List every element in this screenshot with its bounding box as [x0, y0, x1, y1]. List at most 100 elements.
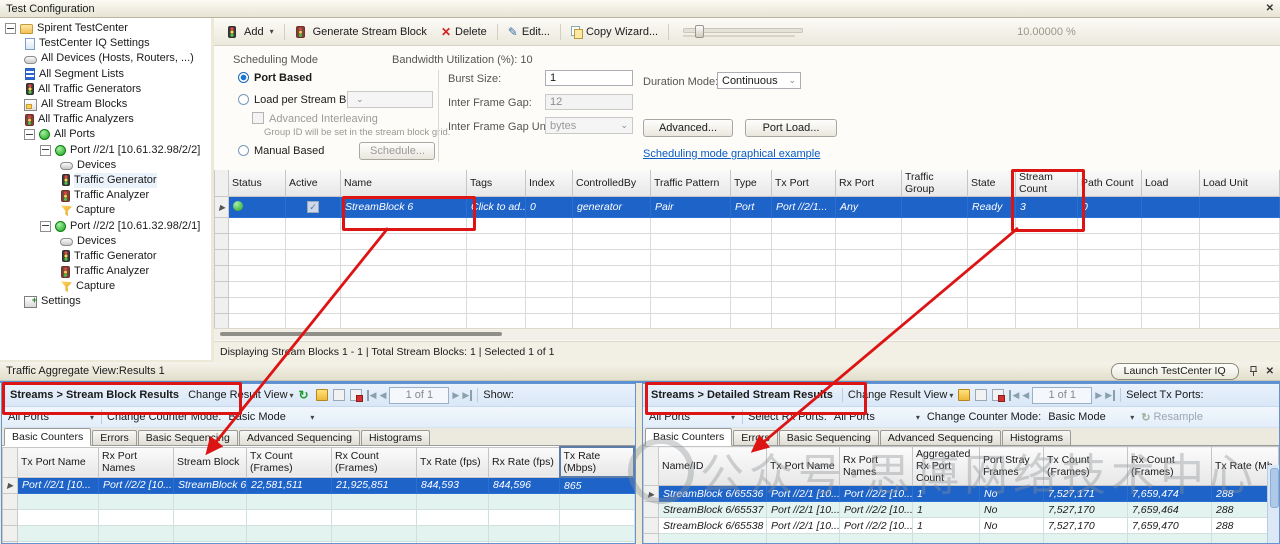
tab-basic-sequencing[interactable]: Basic Sequencing	[779, 430, 879, 445]
copy-wizard-button[interactable]: Copy Wizard...	[567, 24, 662, 40]
col-tx-rate-fps[interactable]: Tx Rate (fps)	[417, 447, 489, 477]
add-button[interactable]: Add	[222, 24, 278, 40]
inter-frame-gap-input[interactable]: 12	[545, 94, 633, 110]
col-rx-port-names[interactable]: Rx Port Names	[99, 447, 174, 477]
tree-item-traffic-generator-2[interactable]: Traffic Generator	[0, 249, 211, 264]
export-icon[interactable]	[958, 389, 970, 401]
chart-export-icon[interactable]	[350, 389, 362, 401]
tree-item-all-devices[interactable]: All Devices (Hosts, Routers, ...)	[0, 51, 211, 66]
col-rx-port-names[interactable]: Rx Port Names	[840, 447, 913, 486]
col-stream-count[interactable]: Stream Count	[1016, 170, 1078, 197]
col-traffic-pattern[interactable]: Traffic Pattern	[651, 170, 731, 197]
col-rx-count[interactable]: Rx Count (Frames)	[1128, 447, 1212, 486]
advanced-interleaving-checkbox[interactable]: Advanced Interleaving	[252, 112, 378, 125]
vertical-scrollbar[interactable]	[1267, 465, 1279, 543]
result-row[interactable]: Port //2/1 [10... Port //2/2 [10... Stre…	[3, 477, 635, 494]
scrollbar-thumb[interactable]	[1270, 468, 1279, 508]
counter-mode-dropdown[interactable]: Basic Mode	[1046, 411, 1136, 423]
tree-item-traffic-analyzer-2[interactable]: Traffic Analyzer	[0, 264, 211, 279]
active-cell[interactable]: ✓	[286, 197, 341, 218]
tree-item-capture-1[interactable]: Capture	[0, 203, 211, 218]
col-path-count[interactable]: Path Count	[1078, 170, 1142, 197]
col-rx-count[interactable]: Rx Count (Frames)	[332, 447, 417, 477]
tree-item-all-ports[interactable]: All Ports	[0, 127, 211, 142]
stream-row-65537[interactable]: StreamBlock 6/65537 Port //2/1 [10... Po…	[644, 502, 1279, 518]
next-page-icon[interactable]	[452, 390, 459, 401]
edit-button[interactable]: Edit...	[504, 23, 554, 41]
col-load[interactable]: Load	[1142, 170, 1200, 197]
port-based-radio[interactable]: Port Based	[238, 72, 312, 84]
pin-icon[interactable]	[1249, 366, 1258, 377]
stream-row-65536[interactable]: StreamBlock 6/65536 Port //2/1 [10... Po…	[644, 486, 1279, 502]
tab-basic-counters[interactable]: Basic Counters	[645, 428, 732, 446]
col-active[interactable]: Active	[286, 170, 341, 197]
col-name[interactable]: Name	[341, 170, 467, 197]
rx-ports-dropdown[interactable]: All Ports	[832, 411, 922, 423]
tx-ports-dropdown[interactable]: All Ports	[647, 411, 737, 423]
load-slider[interactable]	[683, 25, 801, 39]
tags-cell[interactable]: Click to ad...	[467, 197, 526, 218]
advanced-button[interactable]: Advanced...	[643, 119, 733, 137]
scrollbar-thumb[interactable]	[220, 332, 502, 336]
stream-row-65538[interactable]: StreamBlock 6/65538 Port //2/1 [10... Po…	[644, 518, 1279, 534]
tab-advanced-sequencing[interactable]: Advanced Sequencing	[239, 430, 360, 445]
collapse-icon[interactable]	[24, 129, 35, 140]
change-result-view-button[interactable]: Change Result View	[848, 389, 953, 401]
tree-item-devices-2[interactable]: Devices	[0, 234, 211, 249]
col-status[interactable]: Status	[229, 170, 286, 197]
collapse-icon[interactable]	[40, 221, 51, 232]
col-aggregated-rx[interactable]: Aggregated Rx Port Count	[913, 447, 980, 486]
inter-frame-gap-unit-combo[interactable]: bytes	[545, 117, 633, 134]
horizontal-scrollbar[interactable]	[214, 328, 1280, 340]
tab-histograms[interactable]: Histograms	[1002, 430, 1071, 445]
col-controlledby[interactable]: ControlledBy	[573, 170, 651, 197]
col-rx-rate-fps[interactable]: Rx Rate (fps)	[489, 447, 560, 477]
collapse-icon[interactable]	[40, 145, 51, 156]
next-page-icon[interactable]	[1095, 390, 1102, 401]
export-icon[interactable]	[316, 389, 328, 401]
tree-item-iq-settings[interactable]: TestCenter IQ Settings	[0, 36, 211, 51]
col-tx-count[interactable]: Tx Count (Frames)	[1044, 447, 1128, 486]
tree-item-traffic-analyzer-1[interactable]: Traffic Analyzer	[0, 188, 211, 203]
col-tx-rate-mbps[interactable]: Tx Rate (Mbps)	[560, 447, 635, 477]
tab-errors[interactable]: Errors	[733, 430, 778, 445]
col-tx-port-name[interactable]: Tx Port Name	[767, 447, 840, 486]
burst-size-input[interactable]: 1	[545, 70, 633, 86]
window-close-icon[interactable]: ✕	[1266, 3, 1274, 14]
col-traffic-group[interactable]: Traffic Group	[902, 170, 968, 197]
change-result-view-button[interactable]: Change Result View	[188, 389, 293, 401]
col-name-id[interactable]: Name/ID	[659, 447, 767, 486]
scheduling-example-link[interactable]: Scheduling mode graphical example	[643, 148, 820, 160]
tree-item-all-stream-blocks[interactable]: All Stream Blocks	[0, 97, 211, 112]
col-port-stray[interactable]: Port Stray Frames	[980, 447, 1044, 486]
last-page-icon[interactable]	[1105, 390, 1115, 401]
tree-item-port-2-1[interactable]: Port //2/1 [10.61.32.98/2/2]	[0, 143, 211, 158]
col-state[interactable]: State	[968, 170, 1016, 197]
tree-item-port-2-2[interactable]: Port //2/2 [10.61.32.98/2/1]	[0, 218, 211, 233]
col-tx-port[interactable]: Tx Port	[772, 170, 836, 197]
copy-icon[interactable]	[975, 389, 987, 401]
stream-block-row[interactable]: ✓ StreamBlock 6 Click to ad... 0 generat…	[215, 197, 1280, 218]
tab-errors[interactable]: Errors	[92, 430, 137, 445]
refresh-icon[interactable]	[299, 389, 311, 401]
tree-item-spirent-testcenter[interactable]: Spirent TestCenter	[0, 21, 211, 36]
prev-page-icon[interactable]	[1022, 390, 1029, 401]
port-load-button[interactable]: Port Load...	[745, 119, 837, 137]
tree-item-all-segment-lists[interactable]: All Segment Lists	[0, 67, 211, 82]
slider-thumb[interactable]	[695, 25, 704, 38]
schedule-button[interactable]: Schedule...	[359, 142, 435, 160]
counter-mode-dropdown[interactable]: Basic Mode	[226, 411, 316, 423]
copy-icon[interactable]	[333, 389, 345, 401]
tree-item-all-traffic-analyzers[interactable]: All Traffic Analyzers	[0, 112, 211, 127]
col-tx-port-name[interactable]: Tx Port Name	[18, 447, 99, 477]
col-index[interactable]: Index	[526, 170, 573, 197]
tab-basic-sequencing[interactable]: Basic Sequencing	[138, 430, 238, 445]
tree-item-settings[interactable]: Settings	[0, 294, 211, 309]
tree-item-devices-1[interactable]: Devices	[0, 158, 211, 173]
launch-testcenter-iq-button[interactable]: Launch TestCenter IQ	[1111, 363, 1239, 380]
tx-ports-dropdown[interactable]: All Ports	[6, 411, 96, 423]
col-type[interactable]: Type	[731, 170, 772, 197]
close-panel-icon[interactable]: ✕	[1266, 366, 1274, 377]
collapse-icon[interactable]	[5, 23, 16, 34]
col-load-unit[interactable]: Load Unit	[1200, 170, 1280, 197]
